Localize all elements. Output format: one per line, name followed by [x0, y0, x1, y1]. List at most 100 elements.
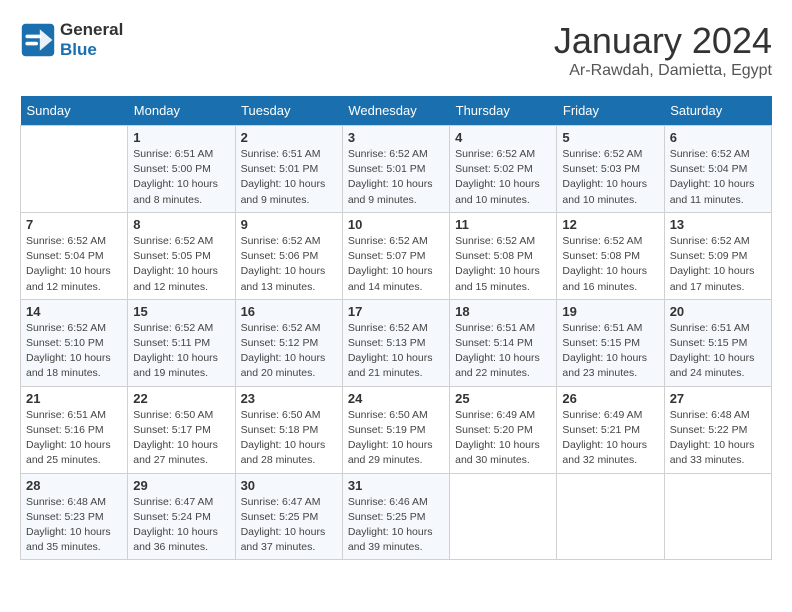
day-number: 19 — [562, 304, 658, 319]
calendar-body: 1Sunrise: 6:51 AMSunset: 5:00 PMDaylight… — [21, 126, 772, 560]
day-number: 22 — [133, 391, 229, 406]
day-number: 26 — [562, 391, 658, 406]
day-info: Sunrise: 6:48 AMSunset: 5:23 PMDaylight:… — [26, 495, 122, 556]
day-info: Sunrise: 6:47 AMSunset: 5:25 PMDaylight:… — [241, 495, 337, 556]
calendar-cell: 27 Sunrise: 6:48 AMSunset: 5:22 PMDayligh… — [664, 386, 771, 473]
day-info: Sunrise: 6:52 AMSunset: 5:12 PMDaylight:… — [241, 321, 337, 382]
calendar-cell: 3 Sunrise: 6:52 AMSunset: 5:01 PMDaylight… — [342, 126, 449, 213]
weekday-tuesday: Tuesday — [235, 96, 342, 126]
day-info: Sunrise: 6:52 AMSunset: 5:11 PMDaylight:… — [133, 321, 229, 382]
day-info: Sunrise: 6:52 AMSunset: 5:08 PMDaylight:… — [455, 234, 551, 295]
calendar-cell: 30 Sunrise: 6:47 AMSunset: 5:25 PMDayligh… — [235, 473, 342, 560]
day-number: 9 — [241, 217, 337, 232]
calendar-cell: 18 Sunrise: 6:51 AMSunset: 5:14 PMDayligh… — [450, 299, 557, 386]
calendar-cell: 26 Sunrise: 6:49 AMSunset: 5:21 PMDayligh… — [557, 386, 664, 473]
calendar-cell: 31 Sunrise: 6:46 AMSunset: 5:25 PMDayligh… — [342, 473, 449, 560]
calendar-cell: 20 Sunrise: 6:51 AMSunset: 5:15 PMDayligh… — [664, 299, 771, 386]
logo-icon — [20, 22, 56, 58]
day-number: 31 — [348, 478, 444, 493]
day-info: Sunrise: 6:48 AMSunset: 5:22 PMDaylight:… — [670, 408, 766, 469]
day-info: Sunrise: 6:51 AMSunset: 5:15 PMDaylight:… — [562, 321, 658, 382]
calendar-cell: 13 Sunrise: 6:52 AMSunset: 5:09 PMDayligh… — [664, 212, 771, 299]
day-number: 12 — [562, 217, 658, 232]
day-number: 4 — [455, 130, 551, 145]
calendar-cell: 22Sunrise: 6:50 AMSunset: 5:17 PMDayligh… — [128, 386, 235, 473]
day-info: Sunrise: 6:52 AMSunset: 5:08 PMDaylight:… — [562, 234, 658, 295]
day-info: Sunrise: 6:51 AMSunset: 5:15 PMDaylight:… — [670, 321, 766, 382]
calendar-cell: 19 Sunrise: 6:51 AMSunset: 5:15 PMDayligh… — [557, 299, 664, 386]
day-number: 13 — [670, 217, 766, 232]
calendar-cell — [21, 126, 128, 213]
day-number: 8 — [133, 217, 229, 232]
day-number: 2 — [241, 130, 337, 145]
day-info: Sunrise: 6:52 AMSunset: 5:13 PMDaylight:… — [348, 321, 444, 382]
day-info: Sunrise: 6:49 AMSunset: 5:21 PMDaylight:… — [562, 408, 658, 469]
day-info: Sunrise: 6:50 AMSunset: 5:19 PMDaylight:… — [348, 408, 444, 469]
calendar-cell: 29Sunrise: 6:47 AMSunset: 5:24 PMDayligh… — [128, 473, 235, 560]
calendar-cell: 5 Sunrise: 6:52 AMSunset: 5:03 PMDaylight… — [557, 126, 664, 213]
day-info: Sunrise: 6:52 AMSunset: 5:04 PMDaylight:… — [26, 234, 122, 295]
day-info: Sunrise: 6:52 AMSunset: 5:09 PMDaylight:… — [670, 234, 766, 295]
calendar-cell: 23Sunrise: 6:50 AMSunset: 5:18 PMDayligh… — [235, 386, 342, 473]
day-info: Sunrise: 6:52 AMSunset: 5:03 PMDaylight:… — [562, 147, 658, 208]
logo-text: General Blue — [60, 20, 123, 60]
calendar-cell: 28 Sunrise: 6:48 AMSunset: 5:23 PMDayligh… — [21, 473, 128, 560]
day-number: 6 — [670, 130, 766, 145]
week-row-4: 21 Sunrise: 6:51 AMSunset: 5:16 PMDayligh… — [21, 386, 772, 473]
day-info: Sunrise: 6:49 AMSunset: 5:20 PMDaylight:… — [455, 408, 551, 469]
day-info: Sunrise: 6:52 AMSunset: 5:02 PMDaylight:… — [455, 147, 551, 208]
day-number: 17 — [348, 304, 444, 319]
weekday-friday: Friday — [557, 96, 664, 126]
day-number: 28 — [26, 478, 122, 493]
day-info: Sunrise: 6:51 AMSunset: 5:16 PMDaylight:… — [26, 408, 122, 469]
location: Ar-Rawdah, Damietta, Egypt — [554, 62, 772, 80]
day-number: 1 — [133, 130, 229, 145]
title-block: January 2024 Ar-Rawdah, Damietta, Egypt — [554, 20, 772, 80]
weekday-thursday: Thursday — [450, 96, 557, 126]
day-number: 16 — [241, 304, 337, 319]
day-info: Sunrise: 6:50 AMSunset: 5:18 PMDaylight:… — [241, 408, 337, 469]
week-row-1: 1Sunrise: 6:51 AMSunset: 5:00 PMDaylight… — [21, 126, 772, 213]
calendar-cell: 10Sunrise: 6:52 AMSunset: 5:07 PMDayligh… — [342, 212, 449, 299]
day-info: Sunrise: 6:52 AMSunset: 5:10 PMDaylight:… — [26, 321, 122, 382]
calendar-cell — [557, 473, 664, 560]
calendar-table: SundayMondayTuesdayWednesdayThursdayFrid… — [20, 96, 772, 560]
week-row-3: 14 Sunrise: 6:52 AMSunset: 5:10 PMDayligh… — [21, 299, 772, 386]
day-number: 29 — [133, 478, 229, 493]
page-header: General Blue January 2024 Ar-Rawdah, Dam… — [20, 20, 772, 80]
calendar-cell: 14 Sunrise: 6:52 AMSunset: 5:10 PMDayligh… — [21, 299, 128, 386]
weekday-header-row: SundayMondayTuesdayWednesdayThursdayFrid… — [21, 96, 772, 126]
day-number: 20 — [670, 304, 766, 319]
day-number: 25 — [455, 391, 551, 406]
calendar-cell: 6 Sunrise: 6:52 AMSunset: 5:04 PMDaylight… — [664, 126, 771, 213]
day-info: Sunrise: 6:52 AMSunset: 5:04 PMDaylight:… — [670, 147, 766, 208]
calendar-cell: 17 Sunrise: 6:52 AMSunset: 5:13 PMDayligh… — [342, 299, 449, 386]
day-info: Sunrise: 6:51 AMSunset: 5:14 PMDaylight:… — [455, 321, 551, 382]
month-title: January 2024 — [554, 20, 772, 62]
calendar-cell: 21 Sunrise: 6:51 AMSunset: 5:16 PMDayligh… — [21, 386, 128, 473]
day-info: Sunrise: 6:52 AMSunset: 5:01 PMDaylight:… — [348, 147, 444, 208]
day-info: Sunrise: 6:52 AMSunset: 5:06 PMDaylight:… — [241, 234, 337, 295]
day-info: Sunrise: 6:51 AMSunset: 5:01 PMDaylight:… — [241, 147, 337, 208]
day-number: 18 — [455, 304, 551, 319]
calendar-cell: 11Sunrise: 6:52 AMSunset: 5:08 PMDayligh… — [450, 212, 557, 299]
day-number: 5 — [562, 130, 658, 145]
day-info: Sunrise: 6:52 AMSunset: 5:05 PMDaylight:… — [133, 234, 229, 295]
day-number: 14 — [26, 304, 122, 319]
calendar-cell: 1Sunrise: 6:51 AMSunset: 5:00 PMDaylight… — [128, 126, 235, 213]
day-number: 15 — [133, 304, 229, 319]
calendar-cell — [664, 473, 771, 560]
calendar-cell: 12 Sunrise: 6:52 AMSunset: 5:08 PMDayligh… — [557, 212, 664, 299]
weekday-wednesday: Wednesday — [342, 96, 449, 126]
calendar-cell: 16 Sunrise: 6:52 AMSunset: 5:12 PMDayligh… — [235, 299, 342, 386]
week-row-5: 28 Sunrise: 6:48 AMSunset: 5:23 PMDayligh… — [21, 473, 772, 560]
day-number: 21 — [26, 391, 122, 406]
calendar-cell: 2 Sunrise: 6:51 AMSunset: 5:01 PMDaylight… — [235, 126, 342, 213]
day-info: Sunrise: 6:46 AMSunset: 5:25 PMDaylight:… — [348, 495, 444, 556]
day-number: 30 — [241, 478, 337, 493]
day-number: 3 — [348, 130, 444, 145]
day-number: 27 — [670, 391, 766, 406]
calendar-cell: 8 Sunrise: 6:52 AMSunset: 5:05 PMDaylight… — [128, 212, 235, 299]
day-info: Sunrise: 6:52 AMSunset: 5:07 PMDaylight:… — [348, 234, 444, 295]
day-number: 7 — [26, 217, 122, 232]
